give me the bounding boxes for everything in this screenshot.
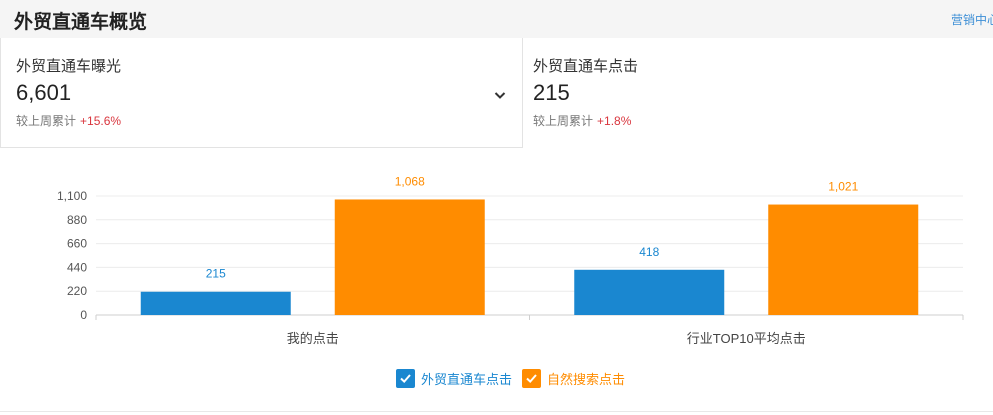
clicks-change: +1.8% bbox=[597, 114, 632, 128]
bar bbox=[574, 269, 725, 315]
clicks-value: 215 bbox=[533, 80, 570, 105]
legend-label-zhitongche: 外贸直通车点击 bbox=[421, 372, 513, 387]
bar bbox=[140, 291, 291, 315]
impressions-compare: 较上周累计 +15.6% bbox=[16, 112, 121, 129]
bar bbox=[768, 204, 919, 315]
bar-value-label: 418 bbox=[639, 245, 659, 259]
legend-item-natural-search[interactable]: 自然搜索点击 bbox=[522, 369, 625, 388]
x-category-label: 行业TOP10平均点击 bbox=[687, 331, 806, 346]
chart-legend: 外贸直通车点击 自然搜索点击 bbox=[396, 369, 625, 388]
clicks-bar-chart: 0 220 440 660 880 1,100 215 1,068 我的点击 418 1,021 行业… bbox=[57, 174, 964, 346]
bar-value-label: 215 bbox=[206, 267, 226, 281]
clicks-compare-text: 较上周累计 bbox=[533, 114, 594, 128]
clicks-compare: 较上周累计 +1.8% bbox=[533, 112, 631, 129]
clicks-label: 外贸直通车点击 bbox=[533, 58, 639, 75]
overview-header: 外贸直通车概览 营销中心 bbox=[0, 0, 993, 39]
bottom-divider bbox=[0, 411, 993, 412]
legend-item-zhitongche[interactable]: 外贸直通车点击 bbox=[396, 369, 512, 388]
y-tick-label: 0 bbox=[80, 308, 87, 322]
bar-value-label: 1,068 bbox=[395, 174, 425, 188]
impressions-value: 6,601 bbox=[16, 80, 72, 105]
y-tick-label: 1,100 bbox=[57, 189, 87, 203]
x-category-label: 我的点击 bbox=[287, 331, 339, 346]
bar-value-label: 1,021 bbox=[828, 180, 858, 194]
y-tick-label: 440 bbox=[67, 260, 87, 274]
y-tick-label: 660 bbox=[67, 237, 87, 251]
impressions-compare-text: 较上周累计 bbox=[16, 114, 77, 128]
chevron-down-icon[interactable] bbox=[492, 87, 508, 103]
page-title: 外贸直通车概览 bbox=[14, 12, 148, 33]
impressions-change: +15.6% bbox=[80, 114, 122, 128]
clicks-card[interactable]: 外贸直通车点击 215 较上周累计 +1.8% bbox=[523, 38, 993, 148]
check-icon[interactable] bbox=[396, 369, 415, 388]
bar bbox=[334, 199, 485, 315]
check-icon[interactable] bbox=[522, 369, 542, 388]
impressions-label: 外贸直通车曝光 bbox=[16, 58, 122, 75]
legend-label-natural-search: 自然搜索点击 bbox=[547, 372, 626, 387]
y-tick-label: 220 bbox=[67, 284, 87, 298]
impressions-card[interactable]: 外贸直通车曝光 6,601 较上周累计 +15.6% bbox=[0, 38, 523, 148]
marketing-center-link[interactable]: 营销中心 bbox=[951, 11, 993, 28]
y-tick-label: 880 bbox=[67, 213, 87, 227]
